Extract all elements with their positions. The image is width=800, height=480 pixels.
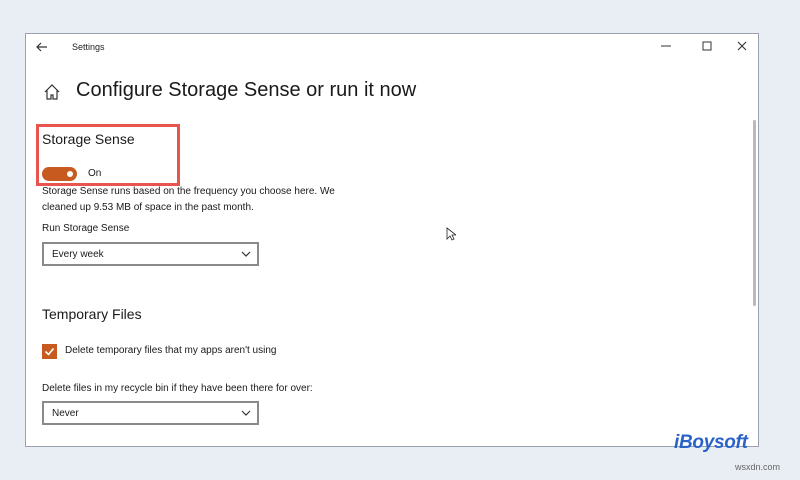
run-storage-sense-value: Every week xyxy=(52,249,104,260)
recycle-bin-value: Never xyxy=(52,408,79,419)
settings-window: Settings Configure Storage Sense or run … xyxy=(25,33,759,447)
storage-sense-description: Storage Sense runs based on the frequenc… xyxy=(42,186,335,213)
chevron-down-icon xyxy=(241,251,251,257)
delete-temp-files-checkbox[interactable] xyxy=(42,344,57,359)
maximize-icon xyxy=(702,41,712,51)
toggle-knob xyxy=(67,171,73,177)
minimize-button[interactable] xyxy=(658,40,674,56)
toggle-state-label: On xyxy=(88,168,102,179)
temporary-files-heading: Temporary Files xyxy=(42,306,142,322)
run-storage-sense-select[interactable]: Every week xyxy=(42,242,259,266)
iboysoft-logo: iBoysoft xyxy=(674,432,748,453)
storage-sense-heading: Storage Sense xyxy=(42,131,135,147)
title-bar: Settings xyxy=(26,34,758,62)
chevron-down-icon xyxy=(241,410,251,416)
page-title: Configure Storage Sense or run it now xyxy=(76,79,417,101)
back-button[interactable] xyxy=(34,40,50,56)
scrollbar[interactable] xyxy=(753,120,756,306)
mouse-cursor-icon xyxy=(446,227,456,241)
window-title: Settings xyxy=(72,42,105,52)
delete-temp-files-label: Delete temporary files that my apps aren… xyxy=(65,345,277,356)
run-storage-sense-label: Run Storage Sense xyxy=(42,223,130,234)
recycle-bin-select[interactable]: Never xyxy=(42,401,259,425)
checkmark-icon xyxy=(44,347,55,356)
recycle-bin-label: Delete files in my recycle bin if they h… xyxy=(42,383,313,394)
maximize-button[interactable] xyxy=(699,40,715,56)
home-icon[interactable] xyxy=(43,83,61,101)
watermark: wsxdn.com xyxy=(735,462,781,472)
close-button[interactable] xyxy=(734,40,750,56)
minimize-icon xyxy=(661,45,671,47)
back-arrow-icon xyxy=(36,42,47,52)
close-icon xyxy=(737,41,747,51)
storage-sense-toggle[interactable] xyxy=(42,167,77,181)
